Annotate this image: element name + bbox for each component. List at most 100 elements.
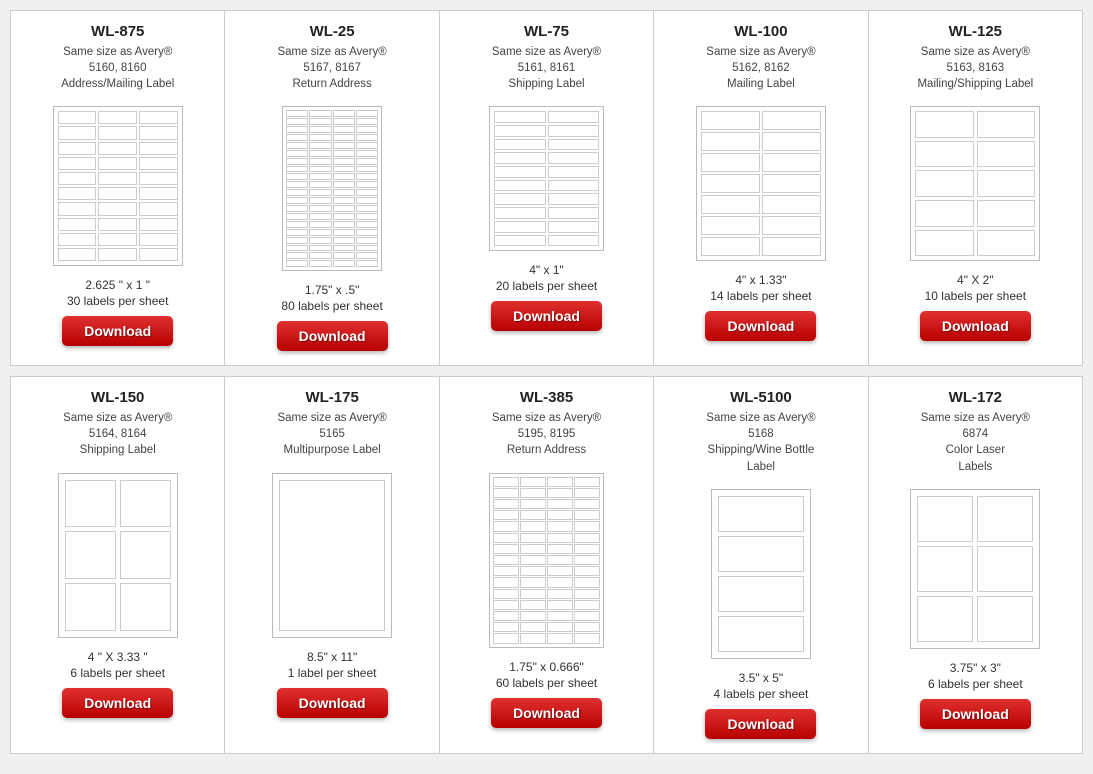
label-cell (286, 252, 308, 259)
label-cell (286, 118, 308, 125)
label-cell (494, 152, 546, 164)
card-size-wl-5100: 3.5" x 5" (739, 671, 784, 685)
label-cell (762, 237, 821, 256)
label-cell (718, 576, 804, 612)
label-preview (282, 106, 382, 271)
card-count-wl-150: 6 labels per sheet (70, 666, 165, 680)
label-cell (701, 153, 760, 172)
label-cell (65, 583, 116, 631)
label-preview (53, 106, 183, 266)
label-cell (574, 566, 600, 576)
label-cell (333, 221, 355, 228)
label-cell (356, 158, 378, 165)
label-cell (493, 600, 519, 610)
card-size-wl-125: 4" X 2" (957, 273, 994, 287)
card-subtitle-wl-875: Same size as Avery®5160, 8160Address/Mai… (61, 44, 174, 92)
label-cell (333, 142, 355, 149)
download-button-wl-5100[interactable]: Download (705, 709, 816, 739)
label-cell (333, 166, 355, 173)
download-button-wl-175[interactable]: Download (277, 688, 388, 718)
card-title-wl-385: WL-385 (520, 389, 573, 406)
label-cell (333, 134, 355, 141)
label-cell (139, 233, 178, 246)
download-button-wl-150[interactable]: Download (62, 688, 173, 718)
label-cell (977, 111, 1036, 138)
card-subtitle-wl-150: Same size as Avery®5164, 8164Shipping La… (63, 410, 172, 458)
label-cell (977, 141, 1036, 168)
label-cell (309, 221, 331, 228)
label-cell (977, 546, 1033, 592)
label-cell (547, 611, 573, 621)
label-cell (977, 496, 1033, 542)
label-cell (520, 533, 546, 543)
label-cell (547, 533, 573, 543)
label-cell (98, 142, 137, 155)
label-cell (333, 237, 355, 244)
card-title-wl-875: WL-875 (91, 23, 144, 40)
label-cell (65, 531, 116, 579)
label-cell (520, 477, 546, 487)
download-button-wl-875[interactable]: Download (62, 316, 173, 346)
label-cell (520, 488, 546, 498)
label-cell (701, 174, 760, 193)
label-cell (333, 158, 355, 165)
label-cell (286, 173, 308, 180)
label-cell (356, 142, 378, 149)
label-cell (547, 544, 573, 554)
card-wl-5100: WL-5100Same size as Avery®5168Shipping/W… (654, 377, 868, 752)
label-cell (520, 499, 546, 509)
label-cell (547, 499, 573, 509)
card-title-wl-5100: WL-5100 (730, 389, 792, 406)
label-cell (493, 477, 519, 487)
label-cell (917, 596, 973, 642)
card-size-wl-172: 3.75" x 3" (950, 661, 1001, 675)
label-cell (286, 142, 308, 149)
label-cell (701, 195, 760, 214)
label-cell (520, 521, 546, 531)
label-cell (520, 566, 546, 576)
label-preview (696, 106, 826, 261)
label-cell (286, 181, 308, 188)
label-cell (917, 546, 973, 592)
label-cell (333, 205, 355, 212)
card-count-wl-172: 6 labels per sheet (928, 677, 1023, 691)
label-cell (574, 499, 600, 509)
download-button-wl-75[interactable]: Download (491, 301, 602, 331)
label-cell (547, 600, 573, 610)
label-cell (493, 611, 519, 621)
label-cell (494, 125, 546, 137)
label-preview (711, 489, 811, 659)
label-cell (286, 260, 308, 267)
label-preview (910, 106, 1040, 261)
label-cell (139, 202, 178, 215)
label-cell (286, 205, 308, 212)
label-cell (286, 221, 308, 228)
label-cell (574, 477, 600, 487)
label-cell (574, 633, 600, 643)
label-cell (574, 622, 600, 632)
label-cell (309, 229, 331, 236)
label-cell (309, 173, 331, 180)
label-cell (98, 218, 137, 231)
label-cell (520, 510, 546, 520)
download-button-wl-25[interactable]: Download (277, 321, 388, 351)
label-cell (701, 132, 760, 151)
download-button-wl-125[interactable]: Download (920, 311, 1031, 341)
download-button-wl-172[interactable]: Download (920, 699, 1031, 729)
label-cell (548, 166, 600, 178)
label-cell (520, 633, 546, 643)
label-cell (120, 531, 171, 579)
card-count-wl-385: 60 labels per sheet (496, 676, 597, 690)
label-cell (574, 521, 600, 531)
label-cell (309, 260, 331, 267)
label-cell (286, 229, 308, 236)
label-cell (493, 566, 519, 576)
label-cell (333, 252, 355, 259)
label-preview (272, 473, 392, 638)
label-cell (493, 521, 519, 531)
label-cell (98, 157, 137, 170)
label-cell (139, 142, 178, 155)
download-button-wl-100[interactable]: Download (705, 311, 816, 341)
download-button-wl-385[interactable]: Download (491, 698, 602, 728)
label-cell (494, 139, 546, 151)
